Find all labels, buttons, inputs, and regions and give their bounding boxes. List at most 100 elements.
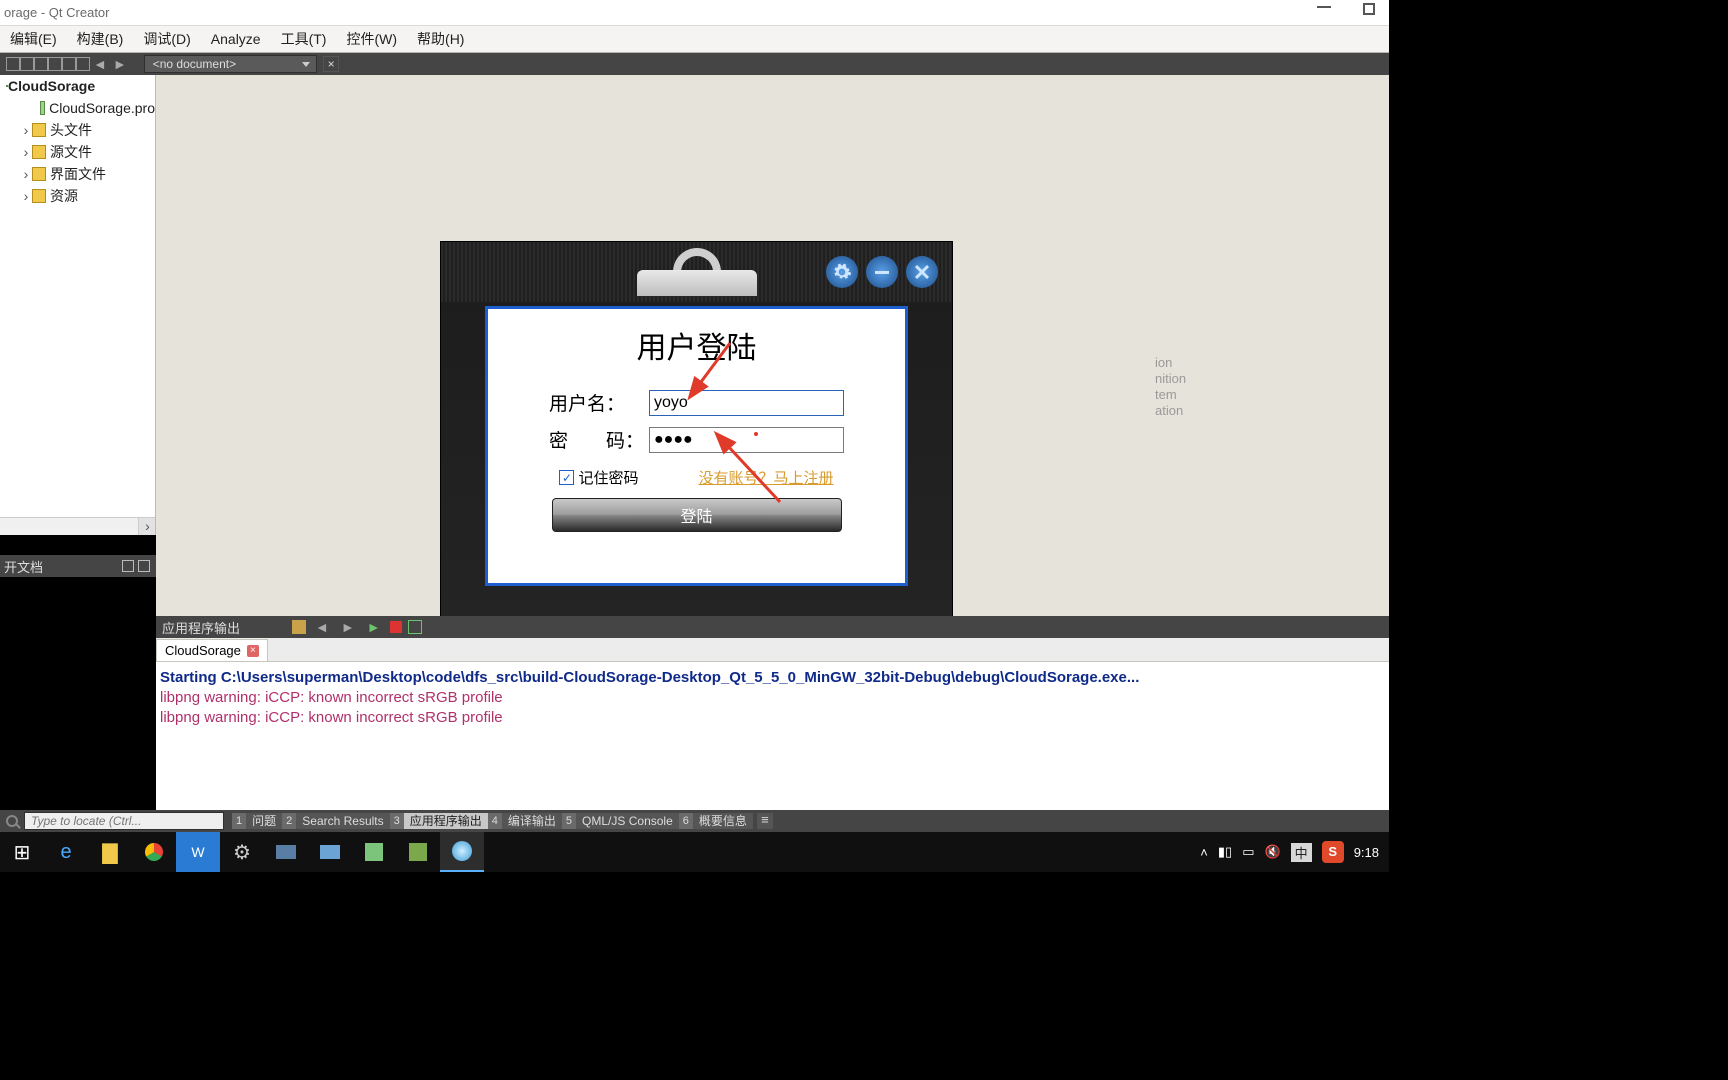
expand-icon[interactable]: ›: [22, 188, 30, 204]
expand-icon[interactable]: ›: [22, 166, 30, 182]
nav-fwd-icon[interactable]: ►: [113, 56, 127, 72]
taskbar-edge-icon[interactable]: e: [44, 832, 88, 872]
prev-icon[interactable]: ◄: [315, 619, 329, 635]
menu-build[interactable]: 构建(B): [67, 29, 134, 49]
project-tree: CloudSorage CloudSorage.pro › 头文件 › 源文件 …: [0, 75, 156, 535]
stop-icon[interactable]: [390, 621, 402, 633]
expand-icon[interactable]: ›: [22, 144, 30, 160]
taskbar-qtcreator-icon[interactable]: [396, 832, 440, 872]
panes-more-icon[interactable]: ≡: [757, 813, 773, 829]
taskbar-settings-icon[interactable]: ⚙: [220, 832, 264, 872]
remember-password-checkbox[interactable]: ✓ 记住密码: [559, 467, 638, 488]
close-document-icon[interactable]: ×: [323, 56, 339, 72]
pane-num[interactable]: 5: [562, 813, 576, 829]
split-h-icon[interactable]: [122, 560, 134, 572]
username-label: 用户名：: [549, 389, 649, 416]
login-button[interactable]: 登陆: [552, 498, 842, 532]
menu-bar: 编辑(E) 构建(B) 调试(D) Analyze 工具(T) 控件(W) 帮助…: [0, 26, 1389, 53]
next-icon[interactable]: ►: [341, 619, 355, 635]
pin-icon[interactable]: [292, 620, 306, 634]
close-icon[interactable]: [906, 256, 938, 288]
scroll-right-icon[interactable]: ›: [138, 518, 156, 535]
pane-general[interactable]: 概要信息: [693, 813, 753, 829]
pane-num[interactable]: 6: [679, 813, 693, 829]
pane-issues[interactable]: 问题: [246, 813, 282, 829]
pro-file-label: CloudSorage.pro: [49, 100, 155, 116]
menu-debug[interactable]: 调试(D): [133, 29, 200, 49]
tree-item-profile[interactable]: CloudSorage.pro: [0, 97, 155, 119]
locator-input[interactable]: [24, 812, 224, 830]
menu-help[interactable]: 帮助(H): [407, 29, 474, 49]
tree-item-sources[interactable]: › 源文件: [0, 141, 155, 163]
pane-qml[interactable]: QML/JS Console: [576, 813, 679, 829]
split-icon[interactable]: [62, 57, 76, 71]
username-input[interactable]: [649, 390, 844, 416]
taskbar-app2-icon[interactable]: [308, 832, 352, 872]
pane-num[interactable]: 3: [390, 813, 404, 829]
tree-item-resources[interactable]: › 资源: [0, 185, 155, 207]
taskbar-wps-icon[interactable]: W: [176, 832, 220, 872]
open-docs-label: 开文档: [4, 557, 43, 576]
application-output-console[interactable]: Starting C:\Users\superman\Desktop\code\…: [156, 662, 1389, 810]
pane-num[interactable]: 1: [232, 813, 246, 829]
login-titlebar[interactable]: [441, 242, 952, 302]
document-combo[interactable]: <no document>: [144, 55, 317, 73]
minimize-icon[interactable]: [866, 256, 898, 288]
taskbar-explorer-icon[interactable]: ▇: [88, 832, 132, 872]
sync-icon[interactable]: [20, 57, 34, 71]
checkbox-checked-icon: ✓: [559, 470, 574, 485]
search-icon: [6, 815, 18, 827]
tray-sogou-icon[interactable]: S: [1322, 841, 1344, 863]
menu-edit[interactable]: 编辑(E): [0, 29, 67, 49]
window-title: orage - Qt Creator: [4, 5, 110, 20]
add-icon[interactable]: [48, 57, 62, 71]
tree-root-project[interactable]: CloudSorage: [0, 75, 155, 97]
taskbar-running-app-icon[interactable]: [440, 832, 484, 872]
close-pane-icon[interactable]: [138, 560, 150, 572]
register-link[interactable]: 没有账号？马上注册: [699, 467, 834, 488]
pane-num[interactable]: 4: [488, 813, 502, 829]
menu-analyze[interactable]: Analyze: [201, 31, 271, 47]
pane-num[interactable]: 2: [282, 813, 296, 829]
system-tray: ˄ ▮▯ ▭ 🔇 中 S 9:18: [1200, 832, 1389, 872]
password-input[interactable]: [649, 427, 844, 453]
nav-back-icon[interactable]: ◄: [93, 56, 107, 72]
console-line-warning: libpng warning: iCCP: known incorrect sR…: [160, 709, 503, 726]
window-titlebar: orage - Qt Creator: [0, 0, 1389, 26]
menu-tools[interactable]: 工具(T): [271, 29, 337, 49]
tray-ime-indicator[interactable]: 中: [1291, 843, 1312, 862]
taskbar-start-icon[interactable]: ⊞: [0, 832, 44, 872]
login-app-window: 用户登陆 用户名： 密 码： ✓ 记住密码 没有账号？马上注册 登陆: [440, 241, 953, 627]
taskbar-app3-icon[interactable]: [352, 832, 396, 872]
menu-widgets[interactable]: 控件(W): [336, 29, 407, 49]
output-pane-toolbar: 应用程序输出 ◄ ► ►: [156, 616, 1389, 638]
close-tab-icon[interactable]: ×: [247, 645, 259, 657]
taskbar-app1-icon[interactable]: [264, 832, 308, 872]
tray-clock[interactable]: 9:18: [1354, 845, 1379, 860]
expand-icon[interactable]: [34, 57, 48, 71]
login-panel: 用户登陆 用户名： 密 码： ✓ 记住密码 没有账号？马上注册 登陆: [485, 306, 908, 586]
expand-icon[interactable]: ›: [22, 122, 30, 138]
taskbar-chrome-icon[interactable]: [132, 832, 176, 872]
tray-chevron-icon[interactable]: ˄: [1200, 845, 1208, 860]
window-maximize-icon[interactable]: [1363, 3, 1375, 15]
tray-network-icon[interactable]: ▭: [1242, 844, 1254, 860]
close-pane-icon[interactable]: [76, 57, 90, 71]
editor-toolbar: ◄ ► <no document> ×: [0, 53, 1389, 75]
run-icon[interactable]: ►: [367, 619, 381, 635]
window-minimize-icon[interactable]: [1317, 6, 1331, 8]
pane-search[interactable]: Search Results: [296, 813, 389, 829]
tray-volume-icon[interactable]: 🔇: [1264, 844, 1280, 860]
tray-battery-icon[interactable]: ▮▯: [1218, 844, 1232, 860]
folder-label: 头文件: [50, 120, 92, 140]
pane-compile[interactable]: 编译输出: [502, 813, 562, 829]
filter-icon[interactable]: [6, 57, 20, 71]
output-tab-cloudsorage[interactable]: CloudSorage ×: [156, 639, 268, 661]
pane-app-output[interactable]: 应用程序输出: [404, 813, 488, 829]
tree-item-forms[interactable]: › 界面文件: [0, 163, 155, 185]
tree-h-scrollbar[interactable]: ›: [0, 517, 156, 535]
tree-item-headers[interactable]: › 头文件: [0, 119, 155, 141]
rerun-icon[interactable]: [408, 620, 422, 634]
settings-gear-icon[interactable]: [826, 256, 858, 288]
open-documents-bar[interactable]: 开文档: [0, 555, 156, 577]
